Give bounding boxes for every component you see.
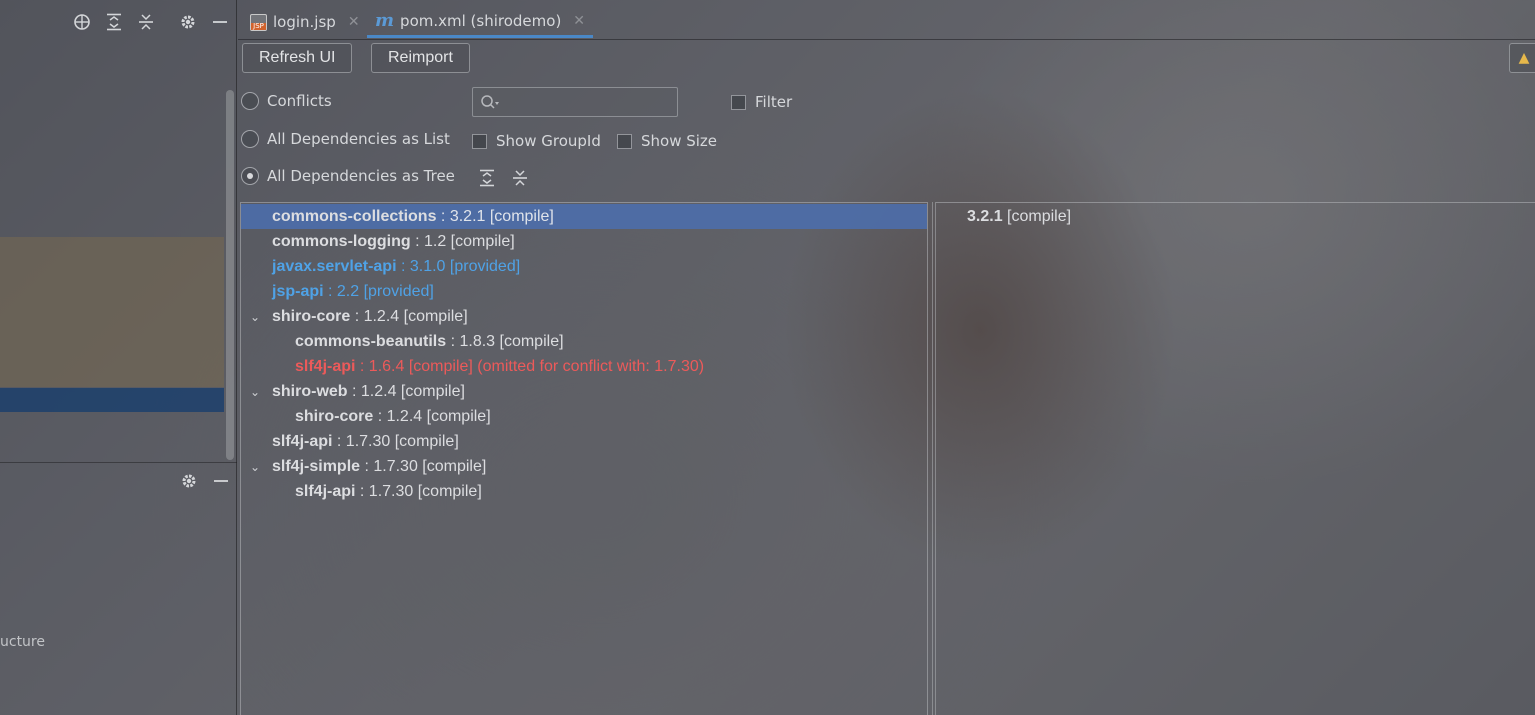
filter-checkbox[interactable]: Filter [731, 93, 792, 111]
gear-icon[interactable] [178, 470, 200, 492]
show-groupid-label: Show GroupId [496, 132, 601, 150]
tree-row[interactable]: commons-beanutils : 1.8.3 [compile] [241, 329, 927, 354]
maven-icon: m [375, 10, 395, 31]
artifact-name: slf4j-simple [272, 457, 361, 475]
detail-scope: [compile] [1002, 208, 1072, 225]
search-icon [481, 95, 499, 109]
filter-label: Filter [755, 93, 793, 111]
list-radio[interactable]: All Dependencies as List [241, 130, 450, 148]
dependency-tree[interactable]: commons-collections : 3.2.1 [compile] com… [240, 202, 928, 715]
crosshair-icon[interactable] [71, 11, 93, 33]
artifact-name: commons-collections [272, 207, 437, 225]
artifact-name: shiro-web [272, 382, 348, 400]
close-icon[interactable]: ✕ [573, 13, 585, 29]
tree-row[interactable]: javax.servlet-api : 3.1.0 [provided] [241, 254, 927, 279]
detail-line: 3.2.1 [compile] [967, 208, 1071, 226]
conflicts-label: Conflicts [267, 92, 332, 110]
project-tool-window: ucture [0, 0, 237, 715]
detail-version: 3.2.1 [967, 208, 1003, 225]
dependency-detail-panel: 3.2.1 [compile] [936, 202, 1535, 715]
chevron-down-icon[interactable]: ⌄ [248, 385, 262, 399]
tree-row[interactable]: commons-collections : 3.2.1 [compile] [241, 204, 927, 229]
artifact-version: : 1.8.3 [compile] [446, 332, 564, 350]
artifact-version: : 1.7.30 [compile] [355, 482, 482, 500]
tree-row[interactable]: slf4j-api : 1.7.30 [compile] [241, 429, 927, 454]
tab-login-jsp[interactable]: JSP login.jsp ✕ [242, 6, 368, 38]
artifact-name: slf4j-api [272, 432, 333, 450]
artifact-version: : 1.2.4 [compile] [373, 407, 491, 425]
artifact-name: javax.servlet-api [272, 257, 397, 275]
tree-row[interactable]: ⌄ slf4j-simple : 1.7.30 [compile] [241, 454, 927, 479]
tree-row[interactable]: shiro-core : 1.2.4 [compile] [241, 404, 927, 429]
checkbox-indicator[interactable] [617, 133, 632, 149]
radio-indicator[interactable] [241, 167, 259, 185]
tab-label: login.jsp [273, 13, 336, 31]
artifact-version: : 3.1.0 [provided] [396, 257, 521, 275]
panel-divider [0, 462, 237, 463]
jsp-file-icon: JSP [250, 13, 267, 31]
radio-indicator[interactable] [241, 92, 259, 110]
tab-label: pom.xml (shirodemo) [400, 11, 562, 30]
minimize-icon[interactable] [210, 470, 232, 492]
close-icon[interactable]: ✕ [348, 14, 360, 30]
editor-tabbar: JSP login.jsp ✕ m pom.xml (shirodemo) ✕ [238, 0, 1535, 40]
tree-row[interactable]: ⌄ shiro-web : 1.2.4 [compile] [241, 379, 927, 404]
artifact-name: shiro-core [272, 307, 351, 325]
gear-icon[interactable] [177, 11, 199, 33]
expand-all-icon[interactable] [477, 168, 497, 188]
tree-row[interactable]: commons-logging : 1.2 [compile] [241, 229, 927, 254]
tab-pom-xml[interactable]: m pom.xml (shirodemo) ✕ [367, 6, 594, 38]
tree-row[interactable]: slf4j-api : 1.7.30 [compile] [241, 479, 927, 504]
project-scrollbar[interactable] [226, 90, 234, 460]
tree-row[interactable]: jsp-api : 2.2 [provided] [241, 279, 927, 304]
tree-row[interactable]: slf4j-api : 1.6.4 [compile] (omitted for… [241, 354, 927, 379]
expand-all-icon[interactable] [103, 11, 125, 33]
show-size-label: Show Size [641, 132, 718, 150]
tree-row[interactable]: ⌄ shiro-core : 1.2.4 [compile] [241, 304, 927, 329]
artifact-name: shiro-core [295, 407, 374, 425]
artifact-version: : 1.7.30 [compile] [332, 432, 459, 450]
artifact-name: commons-beanutils [295, 332, 447, 350]
collapse-all-icon[interactable] [510, 168, 530, 188]
artifact-version: : 1.2.4 [compile] [350, 307, 468, 325]
artifact-version: : 2.2 [provided] [323, 282, 434, 300]
structure-tab-label[interactable]: ucture [0, 634, 45, 650]
reimport-button[interactable]: Reimport [371, 43, 470, 73]
artifact-name: jsp-api [272, 282, 324, 300]
minimize-icon[interactable] [209, 11, 231, 33]
artifact-name: commons-logging [272, 232, 411, 250]
tree-label: All Dependencies as Tree [267, 167, 455, 185]
structure-toolbar [178, 470, 232, 492]
project-tree-area [0, 237, 224, 387]
show-groupid-checkbox[interactable]: Show GroupId [472, 132, 601, 150]
project-toolbar [71, 11, 231, 33]
chevron-down-icon[interactable]: ⌄ [248, 460, 262, 474]
conflicts-radio[interactable]: Conflicts [241, 92, 332, 110]
chevron-down-icon[interactable]: ⌄ [248, 310, 262, 324]
show-size-checkbox[interactable]: Show Size [617, 132, 717, 150]
artifact-version: : 1.6.4 [compile] (omitted for conflict … [355, 357, 705, 375]
checkbox-indicator[interactable] [731, 94, 746, 110]
refresh-ui-button[interactable]: Refresh UI [242, 43, 353, 73]
tree-radio[interactable]: All Dependencies as Tree [241, 167, 455, 185]
artifact-version: : 1.2 [compile] [410, 232, 515, 250]
plugin-action-button[interactable]: ▲ [1509, 43, 1535, 73]
artifact-version: : 1.7.30 [compile] [360, 457, 487, 475]
list-label: All Dependencies as List [267, 130, 450, 148]
radio-indicator[interactable] [241, 130, 259, 148]
artifact-version: : 1.2.4 [compile] [347, 382, 465, 400]
artifact-version: : 3.2.1 [compile] [436, 207, 554, 225]
artifact-name: slf4j-api [295, 482, 356, 500]
search-input[interactable] [472, 87, 678, 117]
artifact-name: slf4j-api [295, 357, 356, 375]
collapse-all-icon[interactable] [135, 11, 157, 33]
checkbox-indicator[interactable] [472, 133, 487, 149]
project-tree-selected-row[interactable] [0, 388, 224, 412]
